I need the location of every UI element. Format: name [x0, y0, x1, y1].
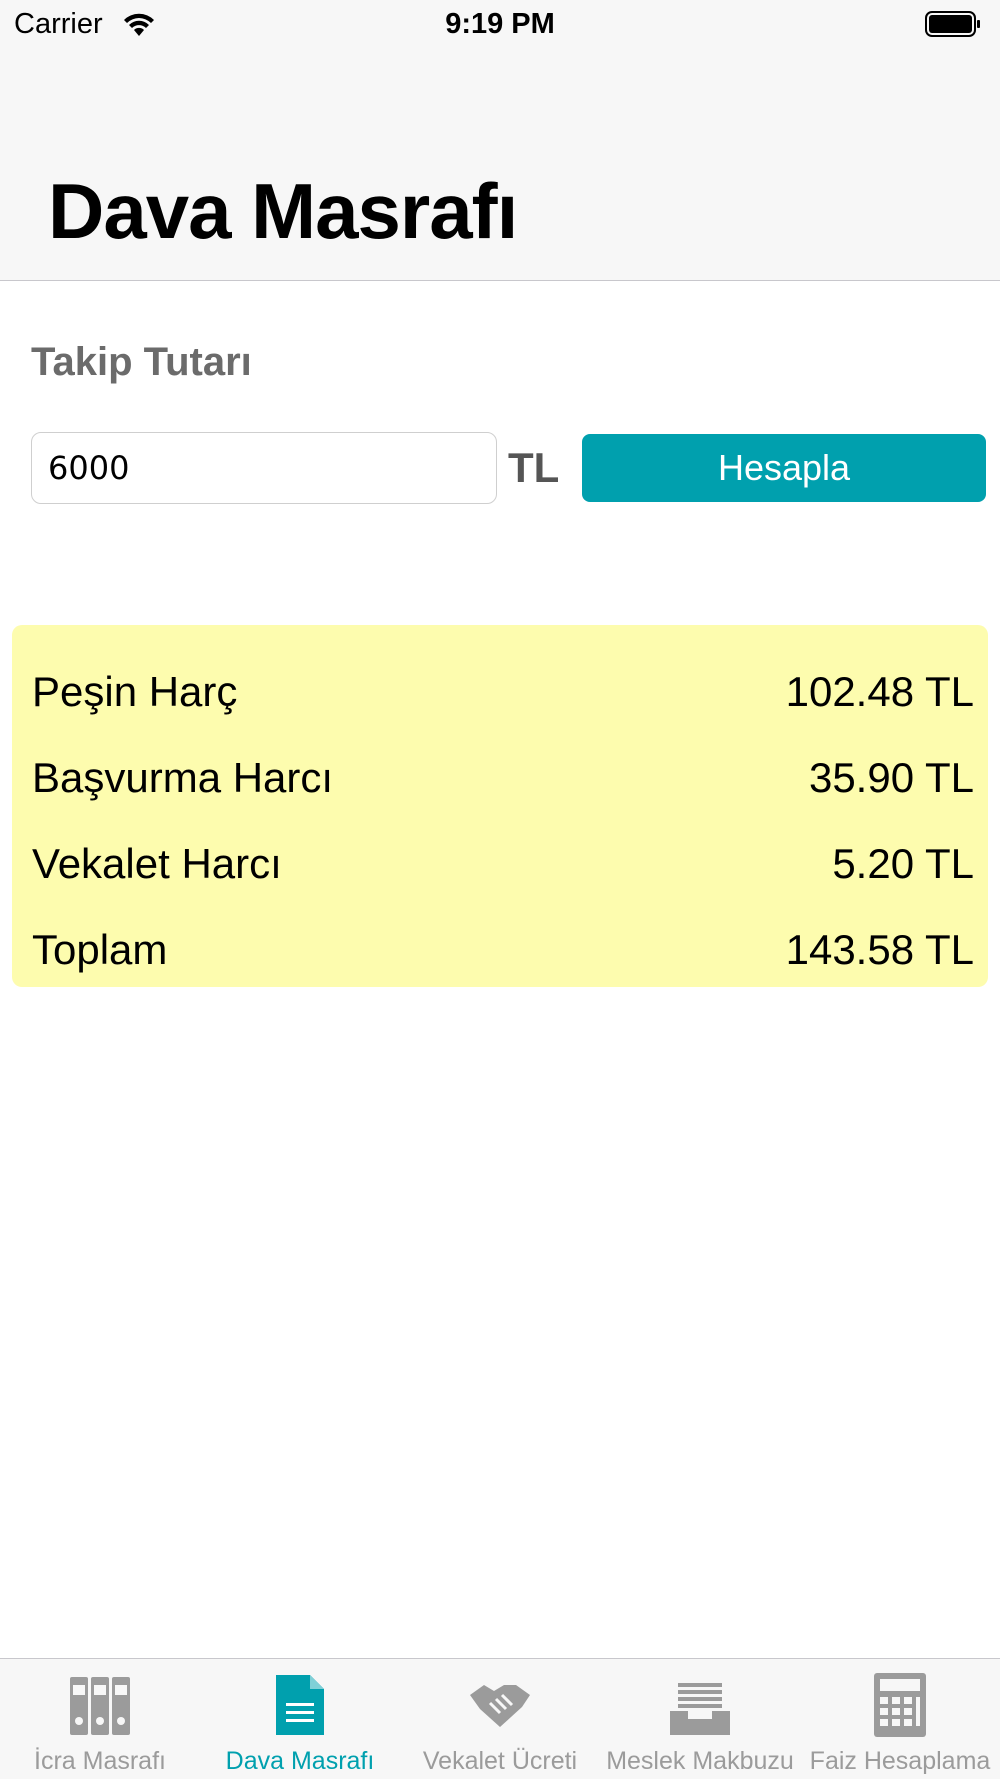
result-label: Toplam	[32, 926, 168, 973]
result-row-vekalet-harci: Vekalet Harcı 5.20 TL	[32, 834, 974, 890]
tab-dava-masrafi[interactable]: Dava Masrafı	[200, 1659, 400, 1779]
tab-label: Dava Masrafı	[225, 1747, 375, 1775]
tab-label: Vekalet Ücreti	[422, 1747, 578, 1775]
result-label: Vekalet Harcı	[32, 840, 282, 887]
amount-label: Takip Tutarı	[31, 340, 252, 384]
result-row-basvurma-harci: Başvurma Harcı 35.90 TL	[32, 748, 974, 804]
tab-label: Faiz Hesaplama	[809, 1747, 991, 1775]
tab-vekalet-ucreti[interactable]: Vekalet Ücreti	[400, 1659, 600, 1779]
navigation-bar: Dava Masrafı	[0, 52, 1000, 281]
page-title: Dava Masrafı	[48, 167, 518, 255]
currency-label: TL	[508, 444, 560, 491]
inbox-tray-icon	[670, 1683, 730, 1735]
result-row-toplam: Toplam 143.58 TL	[32, 920, 974, 976]
tab-faiz-hesaplama[interactable]: Faiz Hesaplama	[800, 1659, 1000, 1779]
result-value: 102.48 TL	[785, 668, 974, 715]
calculate-button[interactable]: Hesapla	[582, 434, 986, 502]
status-time: 9:19 PM	[445, 8, 555, 40]
result-label: Peşin Harç	[32, 668, 238, 715]
amount-input[interactable]	[31, 432, 497, 504]
result-value: 5.20 TL	[832, 840, 974, 887]
tab-meslek-makbuzu[interactable]: Meslek Makbuzu	[600, 1659, 800, 1779]
tab-icra-masrafi[interactable]: İcra Masrafı	[0, 1659, 200, 1779]
result-value: 143.58 TL	[785, 926, 974, 973]
binders-icon	[70, 1677, 130, 1735]
result-label: Başvurma Harcı	[32, 754, 334, 801]
result-row-pesin-harc: Peşin Harç 102.48 TL	[32, 662, 974, 718]
battery-icon	[925, 11, 980, 37]
status-bar: Carrier 9:19 PM	[0, 0, 1000, 52]
document-icon	[276, 1675, 324, 1735]
handshake-icon	[470, 1685, 530, 1727]
results-card: Peşin Harç 102.48 TL Başvurma Harcı 35.9…	[12, 625, 988, 987]
tab-bar: İcra Masrafı Dava Masrafı Vekalet Ücreti…	[0, 1658, 1000, 1779]
tab-label: İcra Masrafı	[34, 1747, 166, 1775]
calculator-icon	[874, 1673, 926, 1737]
tab-label: Meslek Makbuzu	[606, 1747, 794, 1775]
result-value: 35.90 TL	[808, 754, 974, 801]
